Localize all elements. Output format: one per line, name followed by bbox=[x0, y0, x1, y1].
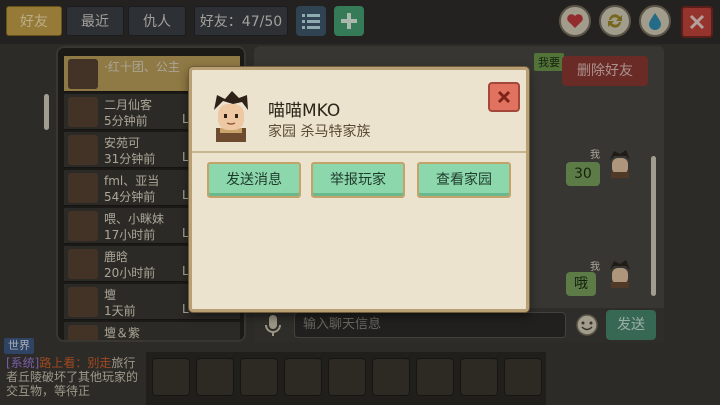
close-icon bbox=[497, 90, 511, 104]
dialog-player-name: 喵喵MKO bbox=[268, 101, 341, 121]
report-player-button[interactable]: 举报玩家 bbox=[311, 162, 405, 198]
dialog-player-home-family: 家园 杀马特家族 bbox=[268, 124, 371, 140]
send-message-button[interactable]: 发送消息 bbox=[207, 162, 301, 198]
dialog-close-button[interactable] bbox=[488, 82, 520, 112]
player-info-dialog: 喵喵MKO 家园 杀马特家族 发送消息 举报玩家 查看家园 bbox=[189, 67, 529, 312]
dialog-divider bbox=[192, 151, 526, 153]
player-avatar-icon bbox=[214, 91, 248, 142]
view-home-button[interactable]: 查看家园 bbox=[417, 162, 511, 198]
